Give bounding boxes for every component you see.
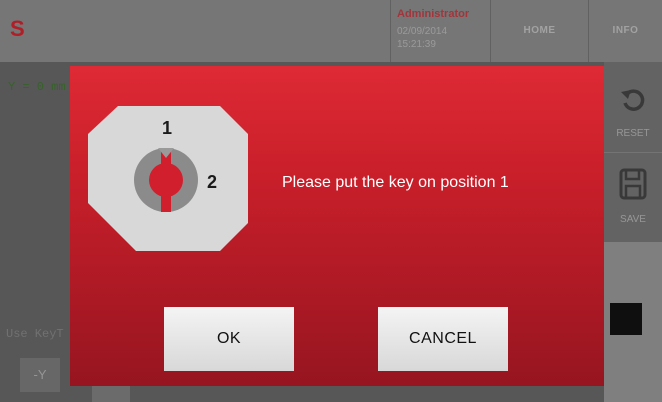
position-two-label: 2 (207, 172, 217, 192)
position-one-label: 1 (162, 118, 172, 138)
dialog-message: Please put the key on position 1 (282, 174, 509, 191)
cancel-button[interactable]: CANCEL (378, 307, 508, 371)
ok-button[interactable]: OK (164, 307, 294, 371)
key-position-dialog: 1 2 Please put the key on position 1 OK … (70, 66, 604, 386)
key-slot-inner (149, 163, 183, 197)
key-slot-bottom (161, 194, 171, 212)
key-position-diagram: 1 2 (88, 106, 248, 251)
